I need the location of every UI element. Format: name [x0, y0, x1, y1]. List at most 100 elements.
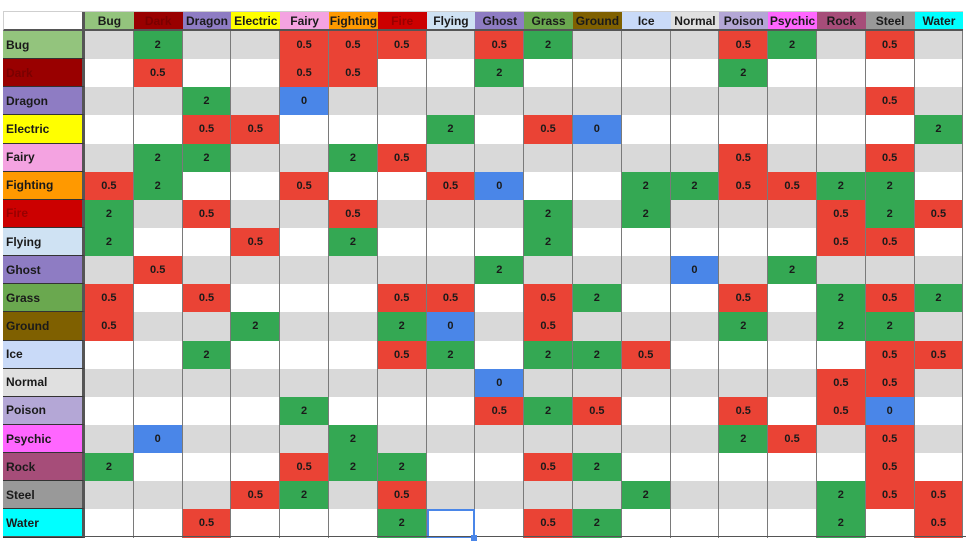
cell-poison-ground[interactable]: 0.5 — [572, 396, 622, 425]
cell-dark-fairy[interactable]: 0.5 — [280, 59, 329, 88]
cell-bug-grass[interactable]: 2 — [524, 31, 573, 60]
cell-fire-normal[interactable] — [670, 199, 720, 228]
cell-bug-fighting[interactable]: 0.5 — [328, 31, 378, 60]
cell-fairy-grass[interactable] — [524, 143, 573, 172]
cell-poison-rock[interactable]: 0.5 — [816, 396, 866, 425]
cell-flying-ground[interactable] — [572, 227, 622, 257]
column-header-flying[interactable]: Flying — [426, 12, 476, 31]
cell-fighting-fire[interactable] — [377, 171, 427, 200]
cell-ice-grass[interactable]: 2 — [524, 340, 573, 369]
cell-poison-poison[interactable]: 0.5 — [719, 396, 769, 425]
cell-electric-electric[interactable]: 0.5 — [231, 115, 281, 144]
cell-electric-ground[interactable]: 0 — [572, 115, 622, 144]
cell-steel-poison[interactable] — [719, 481, 769, 510]
cell-electric-ice[interactable] — [621, 115, 671, 144]
cell-flying-water[interactable] — [914, 227, 964, 257]
row-header-steel[interactable]: Steel — [3, 481, 85, 510]
cell-fairy-flying[interactable] — [426, 143, 476, 172]
cell-bug-fairy[interactable]: 0.5 — [280, 31, 329, 60]
column-header-fighting[interactable]: Fighting — [328, 12, 378, 31]
cell-fairy-rock[interactable] — [816, 143, 866, 172]
cell-dragon-water[interactable] — [914, 87, 964, 116]
cell-steel-grass[interactable] — [524, 481, 573, 510]
cell-electric-steel[interactable] — [865, 115, 915, 144]
cell-normal-ice[interactable] — [621, 368, 671, 397]
cell-flying-dragon[interactable] — [182, 227, 232, 257]
row-header-electric[interactable]: Electric — [3, 115, 85, 144]
cell-poison-fairy[interactable]: 2 — [280, 396, 329, 425]
cell-normal-dark[interactable] — [133, 368, 183, 397]
cell-dragon-psychic[interactable] — [768, 87, 817, 116]
cell-ground-flying[interactable]: 0 — [426, 312, 476, 341]
cell-ghost-ice[interactable] — [621, 256, 671, 285]
cell-ice-ghost[interactable] — [475, 340, 525, 369]
row-header-fire[interactable]: Fire — [3, 199, 85, 228]
cell-psychic-flying[interactable] — [426, 424, 476, 454]
cell-flying-fighting[interactable]: 2 — [328, 227, 378, 257]
cell-electric-flying[interactable]: 2 — [426, 115, 476, 144]
cell-fairy-fighting[interactable]: 2 — [328, 143, 378, 172]
cell-poison-dragon[interactable] — [182, 396, 232, 425]
cell-fairy-normal[interactable] — [670, 143, 720, 172]
cell-normal-dragon[interactable] — [182, 368, 232, 397]
cell-fire-ghost[interactable] — [475, 199, 525, 228]
cell-poison-fire[interactable] — [377, 396, 427, 425]
cell-psychic-dragon[interactable] — [182, 424, 232, 454]
cell-steel-flying[interactable] — [426, 481, 476, 510]
cell-psychic-fairy[interactable] — [280, 424, 329, 454]
cell-electric-fighting[interactable] — [328, 115, 378, 144]
column-header-ghost[interactable]: Ghost — [475, 12, 525, 31]
cell-ghost-fire[interactable] — [377, 256, 427, 285]
cell-poison-flying[interactable] — [426, 396, 476, 425]
cell-rock-psychic[interactable] — [768, 453, 817, 482]
cell-ghost-poison[interactable] — [719, 256, 769, 285]
cell-bug-psychic[interactable]: 2 — [768, 31, 817, 60]
cell-rock-poison[interactable] — [719, 453, 769, 482]
cell-fighting-ground[interactable] — [572, 171, 622, 200]
cell-ice-ice[interactable]: 0.5 — [621, 340, 671, 369]
column-header-bug[interactable]: Bug — [85, 12, 134, 31]
cell-dragon-rock[interactable] — [816, 87, 866, 116]
cell-grass-electric[interactable] — [231, 284, 281, 313]
column-header-water[interactable]: Water — [914, 12, 964, 31]
cell-ghost-bug[interactable] — [85, 256, 134, 285]
cell-grass-normal[interactable] — [670, 284, 720, 313]
cell-electric-dark[interactable] — [133, 115, 183, 144]
cell-psychic-psychic[interactable]: 0.5 — [768, 424, 817, 454]
cell-fire-bug[interactable]: 2 — [85, 199, 134, 228]
cell-normal-fighting[interactable] — [328, 368, 378, 397]
column-header-poison[interactable]: Poison — [719, 12, 769, 31]
cell-fighting-dragon[interactable] — [182, 171, 232, 200]
cell-dragon-dark[interactable] — [133, 87, 183, 116]
cell-water-steel[interactable] — [865, 509, 915, 538]
cell-ghost-normal[interactable]: 0 — [670, 256, 720, 285]
cell-ground-ghost[interactable] — [475, 312, 525, 341]
cell-rock-ground[interactable]: 2 — [572, 453, 622, 482]
cell-flying-poison[interactable] — [719, 227, 769, 257]
cell-ground-fairy[interactable] — [280, 312, 329, 341]
cell-bug-normal[interactable] — [670, 31, 720, 60]
cell-grass-fighting[interactable] — [328, 284, 378, 313]
cell-water-poison[interactable] — [719, 509, 769, 538]
cell-ice-electric[interactable] — [231, 340, 281, 369]
cell-grass-flying[interactable]: 0.5 — [426, 284, 476, 313]
cell-flying-fairy[interactable] — [280, 227, 329, 257]
column-header-ground[interactable]: Ground — [572, 12, 622, 31]
cell-ghost-ground[interactable] — [572, 256, 622, 285]
cell-normal-water[interactable] — [914, 368, 964, 397]
cell-dark-psychic[interactable] — [768, 59, 817, 88]
cell-fairy-electric[interactable] — [231, 143, 281, 172]
cell-fairy-ice[interactable] — [621, 143, 671, 172]
cell-dark-flying[interactable] — [426, 59, 476, 88]
cell-fire-steel[interactable]: 2 — [865, 199, 915, 228]
cell-grass-fire[interactable]: 0.5 — [377, 284, 427, 313]
cell-electric-normal[interactable] — [670, 115, 720, 144]
cell-dark-ground[interactable] — [572, 59, 622, 88]
cell-water-bug[interactable] — [85, 509, 134, 538]
cell-ice-poison[interactable] — [719, 340, 769, 369]
cell-fighting-normal[interactable]: 2 — [670, 171, 720, 200]
cell-electric-rock[interactable] — [816, 115, 866, 144]
cell-ground-ground[interactable] — [572, 312, 622, 341]
cell-bug-electric[interactable] — [231, 31, 281, 60]
cell-water-ice[interactable] — [621, 509, 671, 538]
